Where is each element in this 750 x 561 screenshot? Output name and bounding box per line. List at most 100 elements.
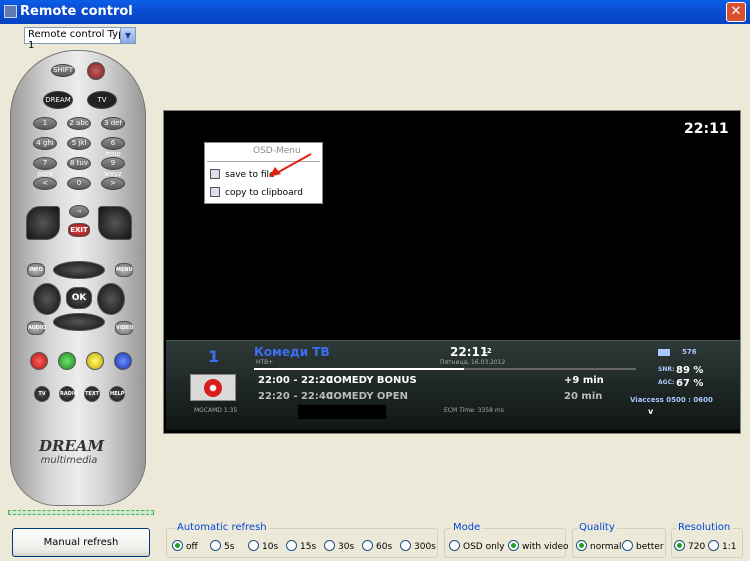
osd-program-time-2: 22:20 - 22:40 <box>258 391 333 402</box>
automatic-refresh-label: Automatic refresh <box>175 522 269 533</box>
remote-ok-button[interactable]: OK <box>66 287 92 309</box>
resolution-1to1-label: 1:1 <box>722 542 737 552</box>
osd-channel-number: 1 <box>208 347 220 366</box>
osd-ca: Viaccess 0500 : 0600 <box>630 396 713 404</box>
osd-program-time-1: 22:00 - 22:20 <box>258 375 333 386</box>
osd-sat: 576 <box>682 348 697 356</box>
remote-type-value: Remote control Type 1 <box>28 29 131 51</box>
refresh-off-label: off <box>186 542 198 552</box>
osd-agc-label: AGC: <box>658 379 675 386</box>
remote-radio-button[interactable]: RADIO <box>59 386 78 402</box>
close-button[interactable]: ✕ <box>726 2 746 22</box>
osd-snr-label: SNR: <box>658 366 675 373</box>
mode-osd-only-label: OSD only <box>463 542 505 552</box>
mode-label: Mode <box>451 522 483 533</box>
remote-num-2[interactable]: 2 abc <box>67 117 91 130</box>
osd-program-title-2: COMEDY OPEN <box>326 391 408 402</box>
left-arrow-button[interactable] <box>33 283 61 315</box>
mode-osd-only-radio[interactable]: OSD only <box>449 540 505 552</box>
right-arrow-button[interactable] <box>97 283 125 315</box>
remote-exit-button[interactable]: EXIT <box>68 223 90 237</box>
osd-snr: 89 % <box>676 365 704 376</box>
remote-type-select[interactable]: Remote control Type 1 ▼ <box>24 27 136 51</box>
mode-with-video-label: with video <box>522 542 569 552</box>
osd-channel-name: Комеди ТВ <box>254 345 330 359</box>
resolution-label: Resolution <box>676 522 733 533</box>
remote-shift-button[interactable]: SHIFT <box>51 64 75 77</box>
window-title: Remote control <box>20 4 133 19</box>
osd-progress-track <box>254 368 636 370</box>
remote-num-8[interactable]: 8 tuv <box>67 157 91 170</box>
remote-info-button[interactable]: INFO <box>27 263 45 277</box>
down-arrow-button[interactable] <box>53 313 105 331</box>
volume-rocker[interactable] <box>26 206 60 240</box>
osd-cam: MGCAMD 1.35 <box>194 407 238 414</box>
remote-num-5[interactable]: 5 jkl <box>67 137 91 150</box>
remote-tv-button[interactable]: TV <box>87 91 117 109</box>
menu-item-copy-to-clipboard[interactable]: copy to clipboard <box>225 188 303 198</box>
osd-provider: НТВ+ <box>256 359 274 366</box>
remote-num-0[interactable]: 0 <box>67 177 91 190</box>
app-icon <box>4 5 17 18</box>
refresh-10s-label: 10s <box>262 542 279 552</box>
quality-better-label: better <box>636 542 664 552</box>
clipboard-icon <box>210 187 220 197</box>
remote-brand: DREAM <box>39 437 105 455</box>
remote-num-7[interactable]: 7 pqrs <box>33 157 57 178</box>
manual-refresh-button[interactable]: Manual refresh <box>12 528 150 557</box>
remote-dream-button[interactable]: DREAM <box>43 91 73 109</box>
osd-progress-fill <box>254 368 465 370</box>
refresh-10s-radio[interactable]: 10s <box>248 540 278 552</box>
remote-menu-button[interactable]: MENU <box>115 263 133 277</box>
floppy-icon <box>210 169 220 179</box>
quality-label: Quality <box>577 522 617 533</box>
red-button[interactable] <box>30 352 48 370</box>
refresh-300s-label: 300s <box>414 542 436 552</box>
power-icon[interactable] <box>87 62 105 80</box>
chevron-down-icon: v <box>648 407 654 416</box>
resolution-1to1-radio[interactable]: 1:1 <box>708 540 736 552</box>
remote-audio-button[interactable]: AUDIO <box>27 321 46 335</box>
channel-logo <box>190 374 236 401</box>
progress-indicator <box>8 510 154 515</box>
refresh-30s-radio[interactable]: 30s <box>324 540 354 552</box>
remote-num-1[interactable]: 1 <box>33 117 57 130</box>
quality-better-radio[interactable]: better <box>622 540 664 552</box>
refresh-15s-radio[interactable]: 15s <box>286 540 316 552</box>
blue-button[interactable] <box>114 352 132 370</box>
remote-prev-button[interactable]: < <box>33 177 57 190</box>
refresh-5s-label: 5s <box>224 542 235 552</box>
refresh-300s-radio[interactable]: 300s <box>400 540 436 552</box>
osd-seconds: 12 <box>482 347 492 355</box>
osd-ecm: ECM Time: 3358 ms <box>444 407 504 414</box>
osd-program-title-1: COMEDY BONUS <box>326 375 417 386</box>
resolution-720-label: 720 <box>688 542 706 552</box>
remote-num-9[interactable]: 9 wxyz <box>101 157 125 178</box>
refresh-60s-radio[interactable]: 60s <box>362 540 392 552</box>
osd-program-remaining-2: 20 min <box>564 391 603 402</box>
resolution-720-radio[interactable]: 720 <box>674 540 705 552</box>
refresh-60s-label: 60s <box>376 542 393 552</box>
up-arrow-button[interactable] <box>53 261 105 279</box>
green-button[interactable] <box>58 352 76 370</box>
refresh-5s-radio[interactable]: 5s <box>210 540 234 552</box>
title-bar: Remote control ✕ <box>0 0 750 24</box>
remote-control-image[interactable]: SHIFT DREAM TV 1 2 abc 3 def 4 ghi 5 jkl… <box>10 50 146 506</box>
bouquet-rocker[interactable] <box>98 206 132 240</box>
remote-num-4[interactable]: 4 ghi <box>33 137 57 150</box>
remote-num-6[interactable]: 6 mno <box>101 137 125 158</box>
remote-tv2-button[interactable]: TV <box>34 386 50 402</box>
remote-next-button[interactable]: > <box>101 177 125 190</box>
remote-video-button[interactable]: VIDEO <box>115 321 134 335</box>
remote-help-button[interactable]: HELP <box>109 386 125 402</box>
quality-normal-radio[interactable]: normal <box>576 540 622 552</box>
remote-text-button[interactable]: TEXT <box>84 386 100 402</box>
refresh-off-radio[interactable]: off <box>172 540 198 552</box>
yellow-button[interactable] <box>86 352 104 370</box>
chevron-down-icon[interactable]: ▼ <box>120 28 135 43</box>
remote-num-3[interactable]: 3 def <box>101 117 125 130</box>
osd-infobar: 1 Комеди ТВ НТВ+ 22:11 12 Пятница, 16.03… <box>166 340 740 430</box>
mode-with-video-radio[interactable]: with video <box>508 540 569 552</box>
osd-program-remaining-1: +9 min <box>564 375 604 386</box>
mute-icon[interactable]: ◃ <box>69 205 89 218</box>
